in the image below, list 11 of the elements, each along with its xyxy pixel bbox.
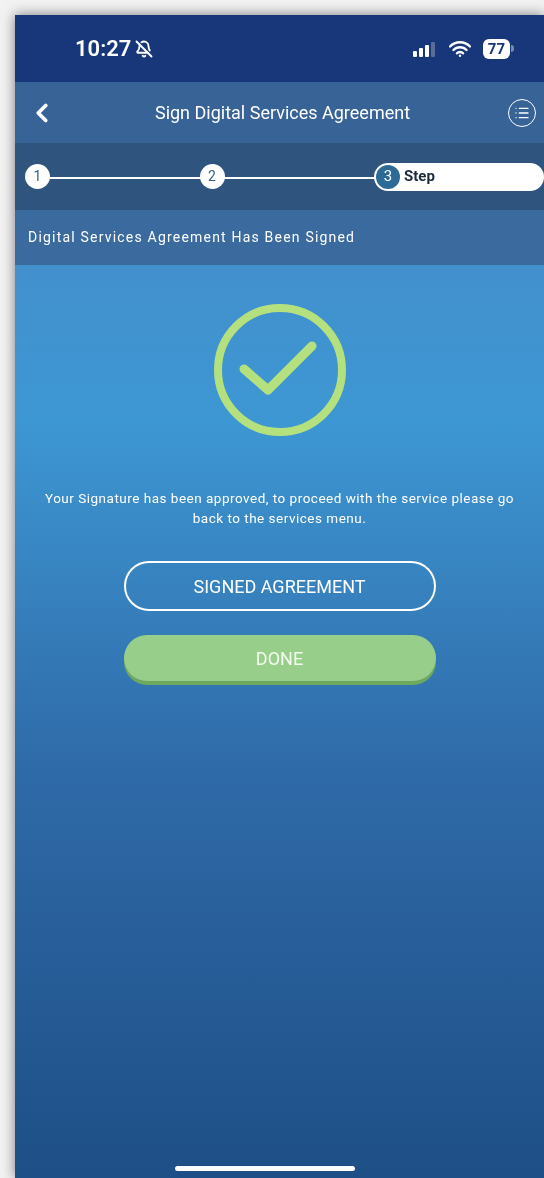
step-number[interactable]: 1 <box>25 164 50 189</box>
step-tab[interactable]: 3 Step <box>374 162 544 191</box>
check-circle-icon <box>211 302 348 438</box>
step-number[interactable]: 2 <box>199 164 225 189</box>
subtitle: Digital Services Agreement Has Been Signed <box>28 228 356 247</box>
signed-agreement-button[interactable]: SIGNED AGREEMENT <box>123 561 436 611</box>
approval-message: Your Signature has been approved, to proceed with the service please go back to the services menu. <box>43 489 515 528</box>
signal-icon <box>412 40 437 57</box>
page-title: Sign Digital Services Agreement <box>153 101 412 125</box>
clock-time: 10:27 <box>75 35 132 63</box>
wifi-icon <box>448 40 471 57</box>
